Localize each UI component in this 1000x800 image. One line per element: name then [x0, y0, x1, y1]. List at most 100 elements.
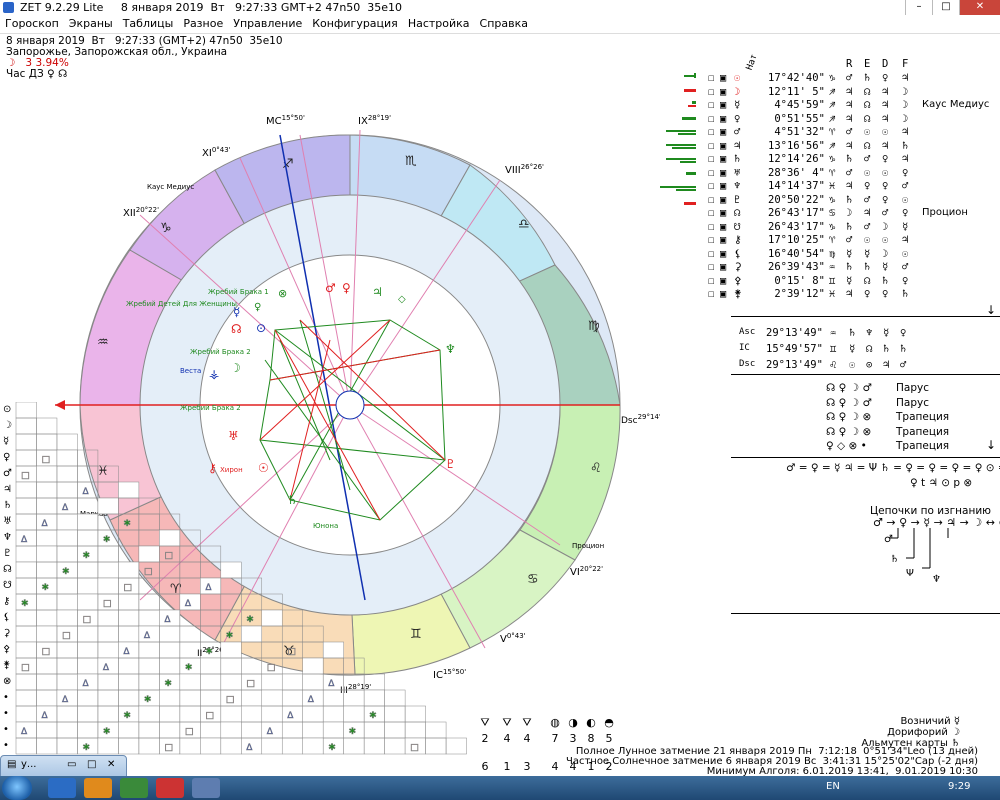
aspect-cell[interactable] [77, 689, 99, 707]
aspect-cell[interactable] [15, 417, 37, 435]
aspect-cell[interactable] [363, 689, 385, 707]
start-button[interactable] [2, 776, 32, 800]
aspect-cell[interactable] [138, 577, 160, 595]
checkbox-icon[interactable]: ☐ [708, 288, 714, 300]
aspect-cell[interactable] [343, 705, 365, 723]
aspect-cell[interactable] [159, 689, 181, 707]
figure-name[interactable]: Парус [896, 397, 929, 409]
aspect-cell[interactable] [302, 737, 324, 755]
aspect-cell[interactable] [363, 673, 385, 691]
maximize-small-icon[interactable]: □ [87, 759, 96, 770]
checkbox-icon[interactable]: ☐ [708, 207, 714, 219]
menu-configuration[interactable]: Конфигурация [307, 15, 403, 32]
planet-row[interactable]: ♇ 20°50'22" ♑ ♄ ♂ ♀ ☉ ☐ ▣ [676, 194, 1000, 207]
aspect-cell[interactable] [384, 705, 406, 723]
aspect-cell[interactable] [56, 609, 78, 627]
aspect-cell[interactable] [159, 593, 181, 611]
aspect-cell[interactable] [138, 593, 160, 611]
scroll-down-1-icon[interactable]: ↓ [986, 303, 996, 317]
aspect-cell[interactable] [159, 705, 181, 723]
menu-horoscope[interactable]: Гороскоп [0, 15, 64, 32]
aspect-cell[interactable] [302, 641, 324, 659]
aspect-cell[interactable] [179, 545, 201, 563]
aspect-grid[interactable]: □ □ Δ Δ Δ ✱ Δ ✱ ✱ □ ✱ □ ✱ □ Δ ✱ □ Δ □ Δ ✱ □ Δ ✱ □ Δ ✱ □ □ Δ ✱ □ Δ ✱ □ Δ Δ ✱ □ Δ… [0, 402, 470, 777]
close-button[interactable]: ✕ [959, 0, 1000, 15]
aspect-cell[interactable] [56, 641, 78, 659]
aspect-cell[interactable] [138, 529, 160, 547]
menu-control[interactable]: Управление [228, 15, 307, 32]
aspect-cell[interactable] [343, 689, 365, 707]
aspect-cell[interactable] [36, 721, 58, 739]
aspect-cell[interactable] [425, 721, 447, 739]
aspect-cell[interactable] [118, 737, 140, 755]
aspect-cell[interactable] [220, 561, 242, 579]
aspect-cell[interactable] [445, 737, 467, 755]
aspect-cell[interactable] [425, 737, 447, 755]
aspect-cell[interactable] [179, 705, 201, 723]
aspect-cell[interactable] [241, 689, 263, 707]
aspect-cell[interactable] [118, 673, 140, 691]
aspect-cell[interactable] [322, 705, 344, 723]
aspect-cell[interactable] [159, 641, 181, 659]
aspect-cell[interactable] [97, 465, 119, 483]
aspect-cell[interactable] [36, 561, 58, 579]
aspect-cell[interactable] [36, 689, 58, 707]
aspect-cell[interactable] [36, 465, 58, 483]
aspect-cell[interactable] [77, 465, 99, 483]
aspect-cell[interactable] [281, 737, 303, 755]
planet-row[interactable]: ♅ 28°36' 4" ♈ ♂ ☉ ☉ ♀ ☐ ▣ [676, 167, 1000, 180]
planet-row[interactable]: ♂ 4°51'32" ♈ ♂ ☉ ☉ ♃ ☐ ▣ [676, 126, 1000, 139]
aspect-cell[interactable] [77, 705, 99, 723]
planet-row[interactable]: ⚳ 26°39'43" ♒ ♄ ♄ ☿ ♂ ☐ ▣ [676, 261, 1000, 274]
checkbox-icon[interactable]: ☐ [708, 167, 714, 179]
aspect-cell[interactable] [77, 721, 99, 739]
aspect-cell[interactable] [36, 657, 58, 675]
aspect-cell[interactable] [261, 705, 283, 723]
aspect-cell[interactable] [343, 673, 365, 691]
aspect-cell[interactable] [97, 545, 119, 563]
aspect-cell[interactable] [200, 721, 222, 739]
aspect-cell[interactable] [56, 657, 78, 675]
aspect-cell[interactable] [15, 705, 37, 723]
minimize-button[interactable]: – [905, 0, 932, 15]
aspect-cell[interactable] [200, 625, 222, 643]
aspect-cell[interactable] [322, 721, 344, 739]
aspect-cell[interactable] [200, 657, 222, 675]
aspect-cell[interactable] [200, 609, 222, 627]
aspect-cell[interactable] [97, 705, 119, 723]
aspect-cell[interactable] [179, 641, 201, 659]
aspect-cell[interactable] [15, 545, 37, 563]
aspect-cell[interactable] [138, 657, 160, 675]
aspect-cell[interactable] [15, 673, 37, 691]
aspect-cell[interactable] [118, 593, 140, 611]
menu-screens[interactable]: Экраны [64, 15, 118, 32]
aspect-cell[interactable] [56, 673, 78, 691]
aspect-cell[interactable] [363, 721, 385, 739]
aspect-cell[interactable] [322, 689, 344, 707]
aspect-cell[interactable] [159, 529, 181, 547]
aspect-cell[interactable] [56, 513, 78, 531]
aspect-cell[interactable] [302, 705, 324, 723]
maximize-button[interactable]: □ [932, 0, 959, 15]
figure-name[interactable]: Трапеция [896, 440, 949, 452]
figure-name[interactable]: Парус [896, 382, 929, 394]
aspect-cell[interactable] [241, 593, 263, 611]
aspect-cell[interactable] [36, 593, 58, 611]
aspect-cell[interactable] [179, 609, 201, 627]
app-icon-4[interactable] [156, 778, 184, 798]
checkbox-icon[interactable]: ☐ [708, 275, 714, 287]
aspect-cell[interactable] [56, 705, 78, 723]
language-indicator[interactable]: EN [826, 781, 840, 792]
figure-name[interactable]: Трапеция [896, 411, 949, 423]
aspect-cell[interactable] [200, 673, 222, 691]
media-icon[interactable] [84, 778, 112, 798]
aspect-cell[interactable] [302, 721, 324, 739]
aspect-cell[interactable] [15, 433, 37, 451]
aspect-cell[interactable] [343, 737, 365, 755]
aspect-cell[interactable] [384, 737, 406, 755]
aspect-cell[interactable] [343, 657, 365, 675]
aspect-cell[interactable] [36, 529, 58, 547]
aspect-cell[interactable] [179, 689, 201, 707]
aspect-cell[interactable] [56, 593, 78, 611]
aspect-cell[interactable] [138, 721, 160, 739]
